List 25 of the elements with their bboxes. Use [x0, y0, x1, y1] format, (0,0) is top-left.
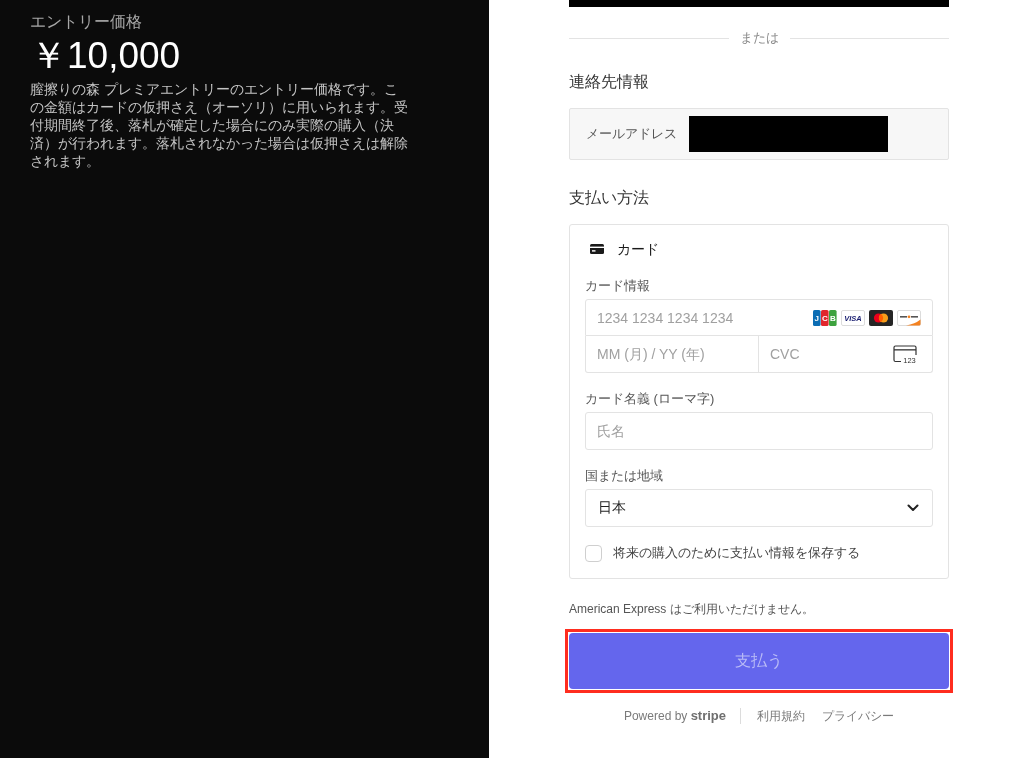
checkbox-label: 将来の購入のために支払い情報を保存する	[613, 544, 860, 562]
price-label: エントリー価格	[30, 12, 143, 32]
notice-text: American Express はご利用いただけません。	[569, 601, 815, 617]
checkbox[interactable]	[585, 544, 602, 562]
country-select[interactable]: 日本	[585, 489, 933, 527]
chevron-down-icon	[907, 504, 919, 512]
price-amount: ￥10,000	[30, 35, 181, 77]
email-label: メールアドレス	[586, 125, 677, 143]
divider-label: または	[739, 30, 779, 46]
price-description: 膣擦りの森 プレミアエントリーのエントリー価格です。この金額はカードの仮押さえ（オーソリ）に用いられます。受付期間終了後、落札が確定した場合にのみ実際の購入（決済）が行われます。落札されなかった場合は仮押さえは解除されます。	[30, 80, 409, 170]
payment-method-label: カード	[617, 240, 659, 259]
email-field[interactable]: メールアドレス	[569, 108, 949, 160]
cardholder-name-field[interactable]: 氏名	[585, 412, 933, 450]
field-label: 国または地域	[585, 467, 664, 485]
card-brand-icon	[869, 310, 893, 326]
expiry-field[interactable]: MM (月) / YY (年)	[585, 336, 759, 373]
card-icon	[590, 244, 604, 254]
footer-link[interactable]: プライバシー	[822, 708, 895, 724]
field-label: カード名義 (ローマ字)	[585, 390, 716, 408]
card-brand-icon	[897, 310, 921, 326]
section-heading: 連絡先情報	[569, 72, 650, 92]
field-label: カード情報	[585, 277, 651, 295]
footer-link[interactable]: 利用規約	[757, 708, 806, 724]
powered-by-link[interactable]: Powered by stripe	[623, 708, 727, 724]
section-heading: 支払い方法	[569, 188, 650, 208]
